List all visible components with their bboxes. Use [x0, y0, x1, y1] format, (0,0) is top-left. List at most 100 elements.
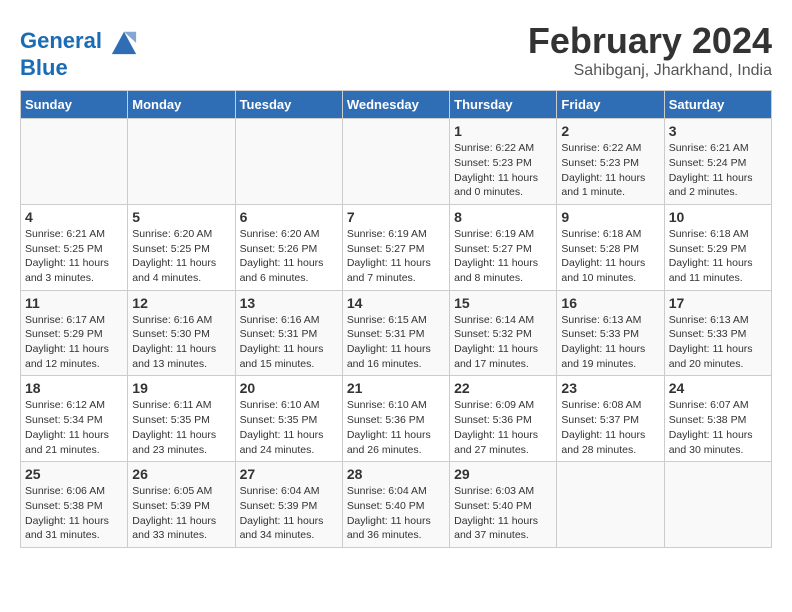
calendar-cell: 27 Sunrise: 6:04 AM Sunset: 5:39 PM Dayli… [235, 462, 342, 548]
calendar-cell: 23Sunrise: 6:08 AM Sunset: 5:37 PM Dayli… [557, 376, 664, 462]
day-info: Sunrise: 6:09 AM Sunset: 5:36 PM Dayligh… [454, 398, 552, 457]
week-row-2: 4 Sunrise: 6:21 AM Sunset: 5:25 PM Daylig… [21, 204, 772, 290]
day-info: Sunrise: 6:17 AM Sunset: 5:29 PM Dayligh… [25, 313, 123, 372]
calendar-cell: 13 Sunrise: 6:16 AM Sunset: 5:31 PM Dayli… [235, 290, 342, 376]
day-info: Sunrise: 6:04 AM Sunset: 5:39 PM Dayligh… [240, 484, 338, 543]
calendar-cell: 19 Sunrise: 6:11 AM Sunset: 5:35 PM Dayli… [128, 376, 235, 462]
day-info: Sunrise: 6:05 AM Sunset: 5:39 PM Dayligh… [132, 484, 230, 543]
calendar-cell: 12 Sunrise: 6:16 AM Sunset: 5:30 PM Dayli… [128, 290, 235, 376]
day-info: Sunrise: 6:07 AM Sunset: 5:38 PM Dayligh… [669, 398, 767, 457]
calendar-cell: 21 Sunrise: 6:10 AM Sunset: 5:36 PM Dayli… [342, 376, 449, 462]
day-info: Sunrise: 6:11 AM Sunset: 5:35 PM Dayligh… [132, 398, 230, 457]
calendar-cell: 6Sunrise: 6:20 AM Sunset: 5:26 PM Daylig… [235, 204, 342, 290]
day-number: 3 [669, 123, 767, 139]
day-number: 19 [132, 380, 230, 396]
calendar-cell: 8 Sunrise: 6:19 AM Sunset: 5:27 PM Daylig… [450, 204, 557, 290]
calendar-cell: 20 Sunrise: 6:10 AM Sunset: 5:35 PM Dayli… [235, 376, 342, 462]
calendar-cell: 18Sunrise: 6:12 AM Sunset: 5:34 PM Dayli… [21, 376, 128, 462]
day-header-friday: Friday [557, 91, 664, 119]
day-info: Sunrise: 6:12 AM Sunset: 5:34 PM Dayligh… [25, 398, 123, 457]
calendar-cell: 28 Sunrise: 6:04 AM Sunset: 5:40 PM Dayli… [342, 462, 449, 548]
day-info: Sunrise: 6:18 AM Sunset: 5:28 PM Dayligh… [561, 227, 659, 286]
calendar-cell [557, 462, 664, 548]
calendar-cell: 3 Sunrise: 6:21 AM Sunset: 5:24 PM Daylig… [664, 119, 771, 205]
calendar-cell: 29Sunrise: 6:03 AM Sunset: 5:40 PM Dayli… [450, 462, 557, 548]
day-number: 14 [347, 295, 445, 311]
logo-text-blue: Blue [20, 56, 138, 80]
day-number: 16 [561, 295, 659, 311]
logo-text: General [20, 28, 138, 56]
calendar-cell: 16 Sunrise: 6:13 AM Sunset: 5:33 PM Dayli… [557, 290, 664, 376]
logo: General Blue [20, 28, 138, 80]
calendar-subtitle: Sahibganj, Jharkhand, India [528, 62, 772, 80]
day-info: Sunrise: 6:13 AM Sunset: 5:33 PM Dayligh… [669, 313, 767, 372]
day-info: Sunrise: 6:08 AM Sunset: 5:37 PM Dayligh… [561, 398, 659, 457]
day-info: Sunrise: 6:18 AM Sunset: 5:29 PM Dayligh… [669, 227, 767, 286]
day-info: Sunrise: 6:10 AM Sunset: 5:35 PM Dayligh… [240, 398, 338, 457]
day-header-saturday: Saturday [664, 91, 771, 119]
day-header-sunday: Sunday [21, 91, 128, 119]
day-info: Sunrise: 6:16 AM Sunset: 5:30 PM Dayligh… [132, 313, 230, 372]
calendar-cell: 7Sunrise: 6:19 AM Sunset: 5:27 PM Daylig… [342, 204, 449, 290]
day-info: Sunrise: 6:16 AM Sunset: 5:31 PM Dayligh… [240, 313, 338, 372]
day-info: Sunrise: 6:03 AM Sunset: 5:40 PM Dayligh… [454, 484, 552, 543]
calendar-cell [21, 119, 128, 205]
week-row-4: 18Sunrise: 6:12 AM Sunset: 5:34 PM Dayli… [21, 376, 772, 462]
calendar-cell: 11 Sunrise: 6:17 AM Sunset: 5:29 PM Dayli… [21, 290, 128, 376]
day-number: 9 [561, 209, 659, 225]
day-number: 13 [240, 295, 338, 311]
calendar-cell: 26 Sunrise: 6:05 AM Sunset: 5:39 PM Dayli… [128, 462, 235, 548]
day-number: 12 [132, 295, 230, 311]
day-number: 26 [132, 466, 230, 482]
calendar-cell: 17 Sunrise: 6:13 AM Sunset: 5:33 PM Dayli… [664, 290, 771, 376]
day-number: 25 [25, 466, 123, 482]
day-number: 20 [240, 380, 338, 396]
calendar-cell: 15 Sunrise: 6:14 AM Sunset: 5:32 PM Dayli… [450, 290, 557, 376]
day-number: 4 [25, 209, 123, 225]
day-number: 17 [669, 295, 767, 311]
day-number: 21 [347, 380, 445, 396]
week-row-1: 1 Sunrise: 6:22 AM Sunset: 5:23 PM Daylig… [21, 119, 772, 205]
calendar-cell: 9 Sunrise: 6:18 AM Sunset: 5:28 PM Daylig… [557, 204, 664, 290]
day-info: Sunrise: 6:04 AM Sunset: 5:40 PM Dayligh… [347, 484, 445, 543]
calendar-table: SundayMondayTuesdayWednesdayThursdayFrid… [20, 90, 772, 548]
calendar-cell: 2 Sunrise: 6:22 AM Sunset: 5:23 PM Daylig… [557, 119, 664, 205]
day-header-wednesday: Wednesday [342, 91, 449, 119]
day-number: 1 [454, 123, 552, 139]
day-info: Sunrise: 6:19 AM Sunset: 5:27 PM Dayligh… [454, 227, 552, 286]
day-number: 8 [454, 209, 552, 225]
day-info: Sunrise: 6:21 AM Sunset: 5:25 PM Dayligh… [25, 227, 123, 286]
day-number: 22 [454, 380, 552, 396]
days-header-row: SundayMondayTuesdayWednesdayThursdayFrid… [21, 91, 772, 119]
day-number: 28 [347, 466, 445, 482]
day-number: 27 [240, 466, 338, 482]
calendar-cell: 24 Sunrise: 6:07 AM Sunset: 5:38 PM Dayli… [664, 376, 771, 462]
day-info: Sunrise: 6:13 AM Sunset: 5:33 PM Dayligh… [561, 313, 659, 372]
day-number: 2 [561, 123, 659, 139]
day-info: Sunrise: 6:20 AM Sunset: 5:25 PM Dayligh… [132, 227, 230, 286]
calendar-cell: 5 Sunrise: 6:20 AM Sunset: 5:25 PM Daylig… [128, 204, 235, 290]
day-info: Sunrise: 6:22 AM Sunset: 5:23 PM Dayligh… [561, 141, 659, 200]
day-info: Sunrise: 6:14 AM Sunset: 5:32 PM Dayligh… [454, 313, 552, 372]
week-row-3: 11 Sunrise: 6:17 AM Sunset: 5:29 PM Dayli… [21, 290, 772, 376]
day-info: Sunrise: 6:20 AM Sunset: 5:26 PM Dayligh… [240, 227, 338, 286]
logo-icon [110, 28, 138, 56]
day-info: Sunrise: 6:21 AM Sunset: 5:24 PM Dayligh… [669, 141, 767, 200]
day-number: 24 [669, 380, 767, 396]
day-number: 10 [669, 209, 767, 225]
day-number: 11 [25, 295, 123, 311]
day-info: Sunrise: 6:10 AM Sunset: 5:36 PM Dayligh… [347, 398, 445, 457]
day-number: 15 [454, 295, 552, 311]
calendar-body: 1 Sunrise: 6:22 AM Sunset: 5:23 PM Daylig… [21, 119, 772, 548]
title-block: February 2024 Sahibganj, Jharkhand, Indi… [528, 20, 772, 80]
day-number: 5 [132, 209, 230, 225]
day-header-tuesday: Tuesday [235, 91, 342, 119]
calendar-cell [342, 119, 449, 205]
calendar-cell: 10 Sunrise: 6:18 AM Sunset: 5:29 PM Dayli… [664, 204, 771, 290]
page-header: General Blue February 2024 Sahibganj, Jh… [20, 20, 772, 80]
calendar-cell [235, 119, 342, 205]
day-header-monday: Monday [128, 91, 235, 119]
day-info: Sunrise: 6:19 AM Sunset: 5:27 PM Dayligh… [347, 227, 445, 286]
day-info: Sunrise: 6:22 AM Sunset: 5:23 PM Dayligh… [454, 141, 552, 200]
calendar-title: February 2024 [528, 20, 772, 62]
